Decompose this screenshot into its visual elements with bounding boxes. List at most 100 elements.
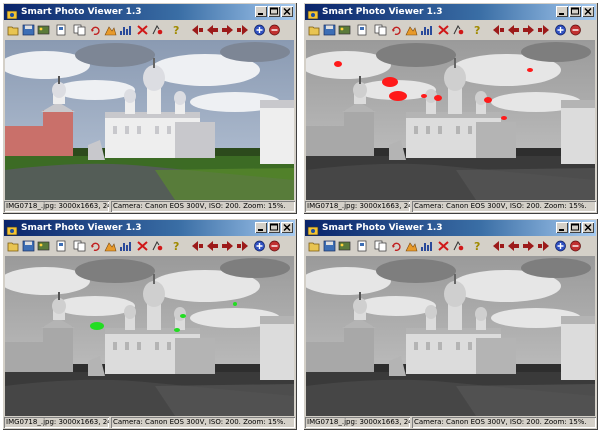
open-folder-icon[interactable] [307, 23, 321, 37]
red-eye-icon[interactable] [451, 239, 465, 253]
minimize-button[interactable] [255, 222, 267, 233]
photo-viewport[interactable] [5, 256, 294, 416]
copy-icon[interactable] [373, 239, 387, 253]
slideshow-icon[interactable] [36, 239, 50, 253]
open-folder-icon[interactable] [6, 239, 20, 253]
zoom-out-icon[interactable] [267, 239, 281, 253]
status-bar: IMG0718_.jpg: 3000x1663, 24bpp Camera: C… [4, 417, 295, 428]
levels-icon[interactable] [404, 23, 418, 37]
open-folder-icon[interactable] [307, 239, 321, 253]
copy-icon[interactable] [72, 239, 86, 253]
save-icon[interactable] [322, 239, 336, 253]
properties-icon[interactable] [355, 23, 369, 37]
svg-text:?: ? [173, 24, 179, 36]
photo-viewport[interactable] [306, 256, 595, 416]
help-icon[interactable]: ? [470, 23, 484, 37]
minimize-button[interactable] [556, 6, 568, 17]
file-info: IMG0718_.jpg: 3000x1663, 24bpp [6, 418, 109, 426]
first-icon[interactable] [491, 239, 505, 253]
zoom-in-icon[interactable] [252, 239, 266, 253]
rotate-icon[interactable] [389, 239, 403, 253]
title-bar[interactable]: Smart Photo Viewer 1.3 [4, 220, 295, 236]
toolbar: ? [305, 237, 596, 255]
next-icon[interactable] [220, 23, 234, 37]
histogram-icon[interactable] [419, 23, 433, 37]
camera-info: Camera: Canon EOS 300V, ISO: 200. Zoom: … [111, 417, 295, 428]
zoom-in-icon[interactable] [553, 239, 567, 253]
first-icon[interactable] [190, 23, 204, 37]
zoom-in-icon[interactable] [252, 23, 266, 37]
close-button[interactable] [281, 222, 293, 233]
levels-icon[interactable] [103, 239, 117, 253]
app-icon [6, 6, 18, 20]
properties-icon[interactable] [54, 239, 68, 253]
zoom-out-icon[interactable] [568, 23, 582, 37]
zoom-in-icon[interactable] [553, 23, 567, 37]
last-icon[interactable] [536, 239, 550, 253]
slideshow-icon[interactable] [36, 23, 50, 37]
save-icon[interactable] [21, 23, 35, 37]
histogram-icon[interactable] [118, 239, 132, 253]
last-icon[interactable] [536, 23, 550, 37]
close-button[interactable] [281, 6, 293, 17]
maximize-button[interactable] [569, 6, 581, 17]
close-button[interactable] [582, 6, 594, 17]
first-icon[interactable] [190, 239, 204, 253]
rotate-icon[interactable] [88, 23, 102, 37]
previous-icon[interactable] [205, 23, 219, 37]
red-eye-icon[interactable] [150, 239, 164, 253]
photo-viewport[interactable] [5, 40, 294, 200]
minimize-button[interactable] [255, 6, 267, 17]
copy-icon[interactable] [72, 23, 86, 37]
histogram-icon[interactable] [419, 239, 433, 253]
previous-icon[interactable] [205, 239, 219, 253]
last-icon[interactable] [235, 23, 249, 37]
open-folder-icon[interactable] [6, 23, 20, 37]
save-icon[interactable] [21, 239, 35, 253]
levels-icon[interactable] [404, 239, 418, 253]
right-building [561, 100, 595, 164]
maximize-button[interactable] [569, 222, 581, 233]
delete-icon[interactable] [436, 239, 450, 253]
minimize-button[interactable] [556, 222, 568, 233]
slideshow-icon[interactable] [337, 23, 351, 37]
maximize-button[interactable] [268, 222, 280, 233]
next-icon[interactable] [521, 23, 535, 37]
properties-icon[interactable] [54, 23, 68, 37]
help-icon[interactable]: ? [169, 239, 183, 253]
camera-info: Camera: Canon EOS 300V, ISO: 200. Zoom: … [412, 417, 596, 428]
histogram-icon[interactable] [118, 23, 132, 37]
levels-icon[interactable] [103, 23, 117, 37]
close-button[interactable] [582, 222, 594, 233]
zoom-out-icon[interactable] [568, 239, 582, 253]
title-bar[interactable]: Smart Photo Viewer 1.3 [305, 220, 596, 236]
first-icon[interactable] [491, 23, 505, 37]
previous-icon[interactable] [506, 239, 520, 253]
zoom-out-icon[interactable] [267, 23, 281, 37]
photo-viewport[interactable] [306, 40, 595, 200]
app-icon [6, 222, 18, 236]
rotate-icon[interactable] [389, 23, 403, 37]
previous-icon[interactable] [506, 23, 520, 37]
delete-icon[interactable] [135, 23, 149, 37]
title-bar[interactable]: Smart Photo Viewer 1.3 [305, 4, 596, 20]
properties-icon[interactable] [355, 239, 369, 253]
help-icon[interactable]: ? [470, 239, 484, 253]
rotate-icon[interactable] [88, 239, 102, 253]
title-bar[interactable]: Smart Photo Viewer 1.3 [4, 4, 295, 20]
slideshow-icon[interactable] [337, 239, 351, 253]
delete-icon[interactable] [436, 23, 450, 37]
delete-icon[interactable] [135, 239, 149, 253]
next-icon[interactable] [220, 239, 234, 253]
red-eye-icon[interactable] [451, 23, 465, 37]
camera-info: Camera: Canon EOS 300V, ISO: 200. Zoom: … [111, 201, 295, 212]
last-icon[interactable] [235, 239, 249, 253]
status-bar: IMG0718_.jpg: 3000x1663, 24bpp Camera: C… [305, 201, 596, 212]
red-eye-icon[interactable] [150, 23, 164, 37]
save-icon[interactable] [322, 23, 336, 37]
next-icon[interactable] [521, 239, 535, 253]
help-icon[interactable]: ? [169, 23, 183, 37]
photo-viewer-window: Smart Photo Viewer 1.3 ? IMG0718_.jpg: 3… [303, 2, 598, 214]
copy-icon[interactable] [373, 23, 387, 37]
maximize-button[interactable] [268, 6, 280, 17]
